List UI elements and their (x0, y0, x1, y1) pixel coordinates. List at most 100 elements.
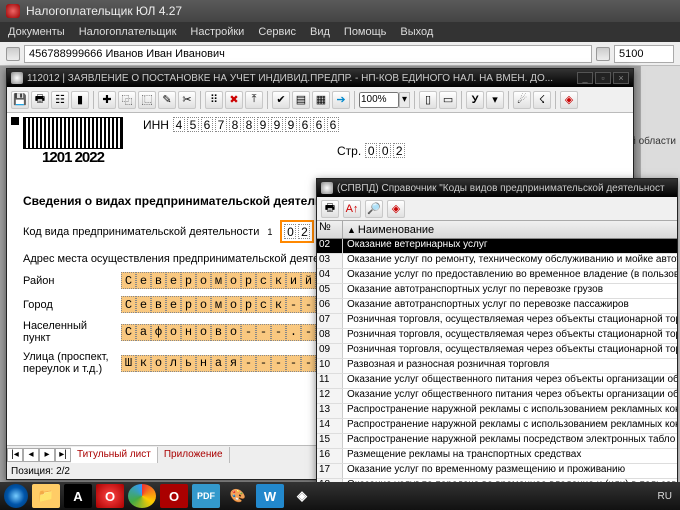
menu-documents[interactable]: Документы (8, 26, 65, 38)
main-menu: Документы Налогоплательщик Настройки Сер… (0, 22, 680, 42)
zoom-control[interactable]: ▾ (359, 92, 410, 108)
menu-help[interactable]: Помощь (344, 26, 387, 38)
grid-row[interactable]: 04Оказание услуг по предоставлению во вр… (317, 269, 677, 284)
row-name: Распространение наружной рекламы с испол… (343, 404, 677, 418)
row-name: Розничная торговля, осуществляемая через… (343, 314, 677, 328)
tool2-icon[interactable]: ✂ (178, 91, 196, 109)
grid-row[interactable]: 15Распространение наружной рекламы посре… (317, 434, 677, 449)
opera2-icon[interactable]: O (160, 484, 188, 508)
help-icon[interactable]: ◈ (560, 91, 578, 109)
preview-icon[interactable]: ☷ (51, 91, 69, 109)
position-label: Позиция: 2/2 (11, 466, 70, 477)
tab-appendix[interactable]: Приложение (158, 447, 230, 463)
add-icon[interactable]: ✚ (98, 91, 116, 109)
wand-icon[interactable]: ☄ (513, 91, 531, 109)
help-icon[interactable]: ◈ (387, 200, 405, 218)
find-icon[interactable]: 🔎 (365, 200, 383, 218)
nav-first-icon[interactable]: |◂ (7, 448, 23, 462)
grid-row[interactable]: 17Оказание услуг по временному размещени… (317, 464, 677, 479)
grid-row[interactable]: 05Оказание автотранспортных услуг по пер… (317, 284, 677, 299)
col-number[interactable]: № (317, 221, 343, 238)
app-a-icon[interactable]: A (64, 484, 92, 508)
table2-icon[interactable]: ▦ (312, 91, 330, 109)
nav-next-icon[interactable]: ▸ (39, 448, 55, 462)
minimize-button[interactable]: _ (577, 72, 593, 84)
menu-exit[interactable]: Выход (400, 26, 433, 38)
digit-cell[interactable]: 2 (298, 224, 310, 239)
grid-row[interactable]: 09Розничная торговля, осуществляемая чер… (317, 344, 677, 359)
lang-indicator[interactable]: RU (658, 491, 672, 502)
digit-cell[interactable]: 0 (284, 224, 296, 239)
delete-icon[interactable]: ✖ (225, 91, 243, 109)
list-icon[interactable] (596, 47, 610, 61)
paste-icon[interactable]: ⿺ (138, 91, 156, 109)
grid-body[interactable]: 02Оказание ветеринарных услуг03Оказание … (317, 239, 677, 483)
grid-row[interactable]: 10Развозная и разносная розничная торгов… (317, 359, 677, 374)
tab-title-page[interactable]: Титульный лист (71, 447, 158, 463)
grid-row[interactable]: 14Распространение наружной рекламы с исп… (317, 419, 677, 434)
letter-cell: е (166, 296, 181, 313)
grid-row[interactable]: 08Розничная торговля, осуществляемая чер… (317, 329, 677, 344)
hier-icon[interactable]: ⠿ (205, 91, 223, 109)
barcode-bars (23, 117, 123, 149)
digit-cell: 6 (299, 117, 311, 132)
nav-prev-icon[interactable]: ◂ (23, 448, 39, 462)
close-button[interactable]: × (613, 72, 629, 84)
menu-service[interactable]: Сервис (258, 26, 296, 38)
folder-icon[interactable]: ▭ (439, 91, 457, 109)
window-icon (11, 72, 23, 84)
digit-cell: 4 (173, 117, 185, 132)
menu-view[interactable]: Вид (310, 26, 330, 38)
grid-row[interactable]: 06Оказание автотранспортных услуг по пер… (317, 299, 677, 314)
row-number: 14 (317, 419, 343, 433)
start-button[interactable] (4, 484, 28, 508)
zoom-down-icon[interactable]: ▾ (399, 92, 410, 108)
grid-row[interactable]: 07Розничная торговля, осуществляемая чер… (317, 314, 677, 329)
letter-cell: о (226, 272, 241, 289)
user-info-box[interactable]: 456788999666 Иванов Иван Иванович (24, 45, 592, 63)
wand2-icon[interactable]: ☇ (533, 91, 551, 109)
row-number: 12 (317, 389, 343, 403)
letter-cell: м (211, 296, 226, 313)
grid-row[interactable]: 02Оказание ветеринарных услуг (317, 239, 677, 254)
barcode-icon[interactable]: ▮ (71, 91, 89, 109)
dropdown-icon[interactable]: ▾ (486, 91, 504, 109)
copy-icon[interactable]: ⿻ (118, 91, 136, 109)
bold-icon[interactable]: У (466, 91, 484, 109)
check-icon[interactable]: ✔ (272, 91, 290, 109)
maximize-button[interactable]: ▫ (595, 72, 611, 84)
menu-taxpayer[interactable]: Налогоплательщик (79, 26, 177, 38)
tree-icon[interactable]: ⤒ (245, 91, 263, 109)
col-name[interactable]: Наименование (358, 224, 434, 236)
activity-code-input[interactable]: 02 (280, 220, 314, 243)
diamond-icon[interactable]: ◈ (288, 484, 316, 508)
grid-row[interactable]: 16Размещение рекламы на транспортных сре… (317, 449, 677, 464)
table-icon[interactable]: ▤ (292, 91, 310, 109)
code-label: Код вида предпринимательской деятельност… (23, 226, 259, 238)
sort-asc-icon[interactable]: A↑ (343, 200, 361, 218)
grid-row[interactable]: 13Распространение наружной рекламы с исп… (317, 404, 677, 419)
letter-cell: й (301, 272, 316, 289)
zoom-input[interactable] (359, 92, 399, 108)
word-icon[interactable]: W (256, 484, 284, 508)
nav-last-icon[interactable]: ▸| (55, 448, 71, 462)
user-icon[interactable] (6, 47, 20, 61)
print-icon[interactable]: 🖶 (321, 200, 339, 218)
book-icon[interactable]: ▯ (419, 91, 437, 109)
tool-icon[interactable]: ✎ (158, 91, 176, 109)
print-icon[interactable]: 🖶 (31, 91, 49, 109)
user-code-box[interactable]: 5100 (614, 45, 674, 63)
grid-row[interactable]: 12Оказание услуг общественного питания ч… (317, 389, 677, 404)
grid-header: № ▲Наименование (317, 221, 677, 239)
arrow-icon[interactable]: ➔ (332, 91, 350, 109)
explorer-icon[interactable]: 📁 (32, 484, 60, 508)
paint-icon[interactable]: 🎨 (224, 484, 252, 508)
menu-settings[interactable]: Настройки (190, 26, 244, 38)
opera-icon[interactable]: O (96, 484, 124, 508)
app-icon (6, 4, 20, 18)
save-icon[interactable]: 💾 (11, 91, 29, 109)
pdf-icon[interactable]: PDF (192, 484, 220, 508)
chrome-icon[interactable] (128, 484, 156, 508)
grid-row[interactable]: 03Оказание услуг по ремонту, техническом… (317, 254, 677, 269)
grid-row[interactable]: 11Оказание услуг общественного питания ч… (317, 374, 677, 389)
